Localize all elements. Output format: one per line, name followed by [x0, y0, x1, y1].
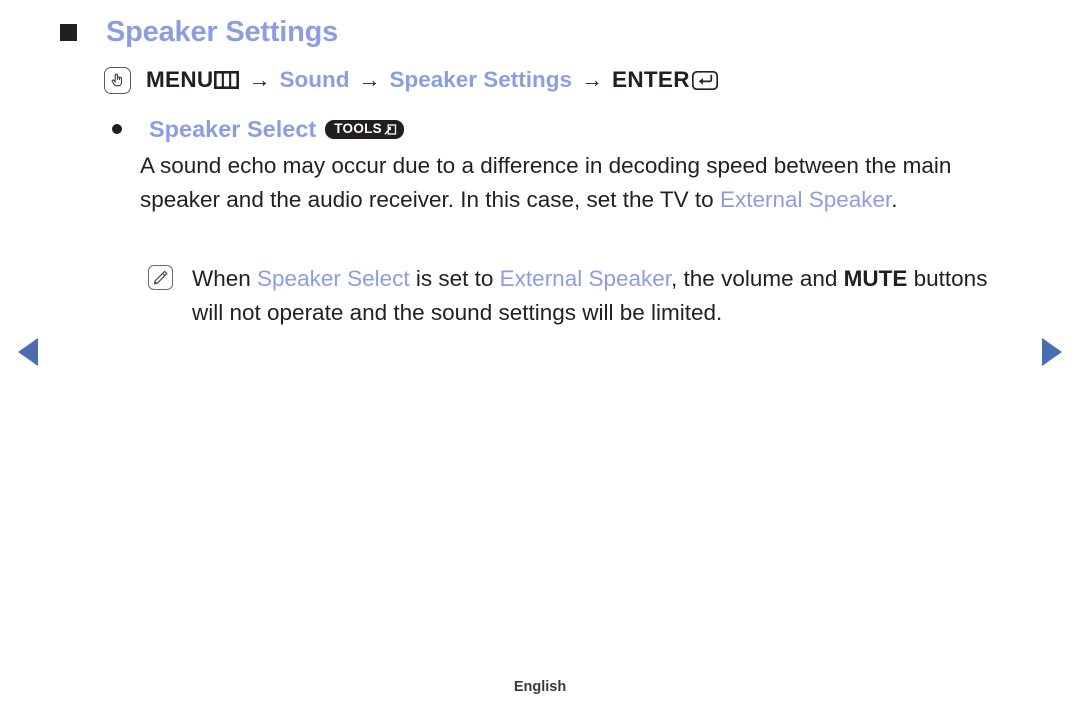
page-title: Speaker Settings — [106, 15, 339, 48]
enter-return-icon — [691, 70, 718, 90]
note-block: When Speaker Select is set to External S… — [148, 262, 1020, 330]
note-emphasis-mute: MUTE — [843, 266, 908, 291]
footer-language-label: English — [513, 679, 567, 695]
tools-badge: TOOLS — [325, 119, 404, 139]
menu-path-separator-2: → — [358, 67, 381, 92]
tools-popup-icon — [384, 123, 397, 136]
previous-page-arrow-icon[interactable] — [18, 338, 38, 366]
manual-page: Speaker Settings MENU → Sound → Speaker … — [0, 0, 1080, 705]
note-highlight-speaker-select: Speaker Select — [257, 266, 410, 291]
menu-path: MENU → Sound → Speaker Settings → ENTER — [104, 63, 718, 97]
filled-dot-icon — [112, 124, 122, 134]
note-text-part-2: is set to — [409, 266, 500, 291]
note-pencil-icon — [148, 265, 173, 290]
menu-bars-icon — [214, 71, 240, 89]
menu-path-step-speaker-settings: Speaker Settings — [389, 67, 573, 92]
note-highlight-external-speaker: External Speaker — [499, 266, 672, 291]
filled-square-icon — [60, 23, 77, 41]
note-text-part-3: , the volume and — [671, 266, 844, 291]
note-text: When Speaker Select is set to External S… — [192, 262, 1020, 330]
bullet-item-label: Speaker Select — [149, 115, 317, 142]
paragraph-highlight-external-speaker: External Speaker — [719, 187, 892, 212]
menu-button-label: MENU — [146, 67, 214, 92]
note-text-part-1: When — [192, 266, 258, 291]
enter-button-label: ENTER — [612, 67, 690, 92]
press-button-hand-icon — [104, 66, 131, 94]
bullet-item-speaker-select: Speaker Select TOOLS — [112, 114, 404, 144]
tools-badge-label: TOOLS — [334, 121, 382, 137]
menu-path-separator-1: → — [248, 67, 271, 92]
menu-path-step-sound: Sound — [279, 67, 350, 92]
page-heading: Speaker Settings — [60, 12, 338, 52]
next-page-arrow-icon[interactable] — [1042, 338, 1062, 366]
paragraph-text-part-2: . — [891, 187, 898, 212]
menu-path-separator-3: → — [581, 67, 604, 92]
body-paragraph: A sound echo may occur due to a differen… — [140, 149, 1020, 217]
